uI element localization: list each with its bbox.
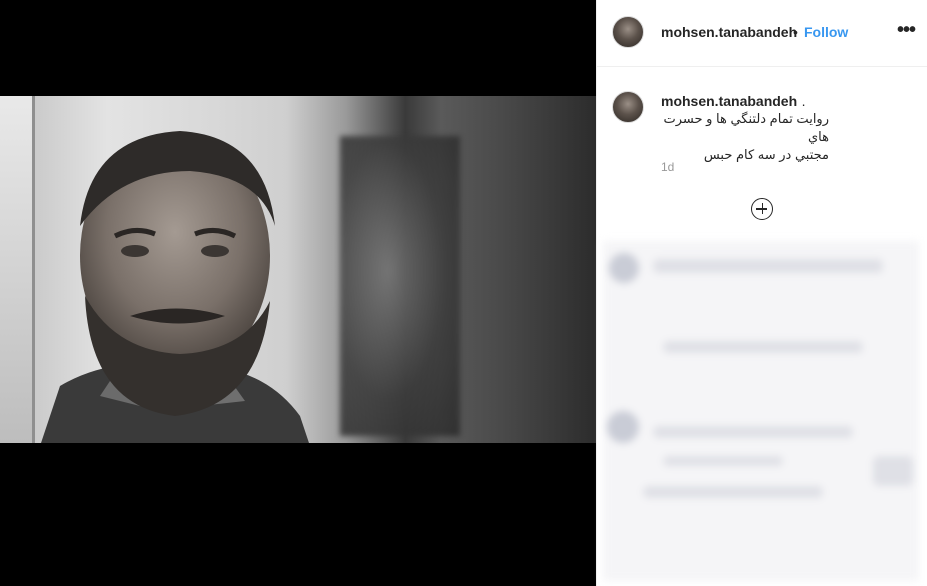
author-username[interactable]: mohsen.tanabandeh (661, 24, 797, 40)
photo-reflection (340, 136, 460, 436)
caption-line-2: مجتبي در سه کام حبس (703, 147, 829, 162)
blurred-block (873, 456, 913, 486)
separator-dot: • (793, 24, 798, 40)
more-options-icon[interactable]: ••• (897, 20, 916, 40)
caption-avatar[interactable] (612, 91, 644, 123)
blurred-line (663, 341, 863, 353)
caption-text: روایت تمام دلتنگي ها و حسرت هاي مجتبي در… (661, 110, 829, 164)
caption-header: mohsen.tanabandeh . (661, 93, 805, 111)
post-header: mohsen.tanabandeh • Follow ••• (597, 0, 927, 67)
blurred-comments (603, 241, 919, 581)
post-photo[interactable] (0, 96, 596, 443)
post-media-pane (0, 0, 596, 586)
blurred-avatar (609, 253, 639, 283)
photo-man-portrait (41, 131, 309, 443)
blurred-line (653, 259, 883, 273)
follow-button[interactable]: Follow (804, 24, 848, 40)
blurred-line (643, 486, 823, 498)
blurred-avatar (607, 411, 639, 443)
caption-suffix: . (801, 93, 806, 109)
author-avatar[interactable] (612, 16, 644, 48)
blurred-line (663, 456, 783, 466)
blurred-line (653, 426, 853, 438)
caption-username[interactable]: mohsen.tanabandeh (661, 93, 797, 109)
post-sidebar: mohsen.tanabandeh • Follow ••• mohsen.ta… (596, 0, 927, 586)
caption-line-1: روایت تمام دلتنگي ها و حسرت هاي (663, 111, 829, 144)
plus-circle-icon[interactable] (751, 198, 773, 220)
post-time-ago[interactable]: 1d (661, 160, 674, 174)
